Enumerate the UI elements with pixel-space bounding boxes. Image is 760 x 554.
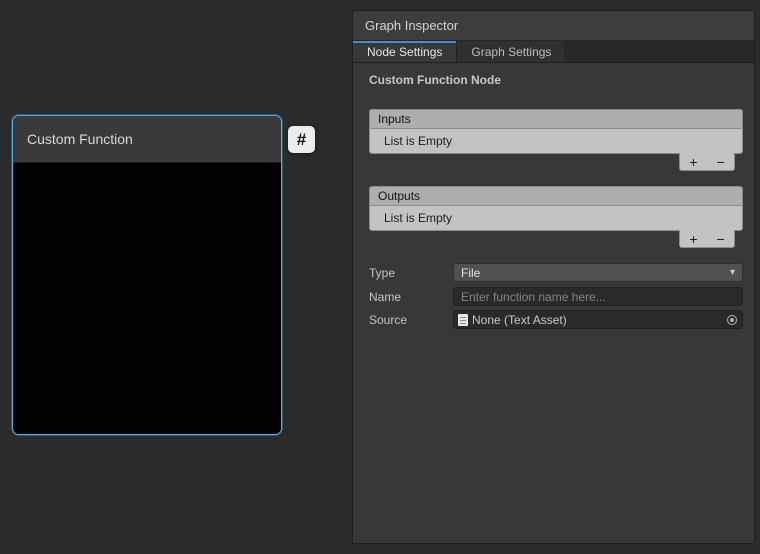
outputs-list-footer: + − (679, 230, 735, 248)
tab-graph-settings[interactable]: Graph Settings (457, 41, 566, 62)
inputs-empty-text: List is Empty (384, 134, 452, 148)
plus-icon: + (689, 155, 697, 169)
inspector-tabbar: Node Settings Graph Settings (353, 41, 754, 63)
outputs-list-title: Outputs (378, 189, 420, 203)
inspector-header[interactable]: Graph Inspector (353, 11, 754, 41)
shader-graph-window: Custom Function # Graph Inspector Node S… (0, 0, 760, 554)
custom-function-node[interactable]: Custom Function (12, 115, 282, 435)
name-field-row: Name (369, 287, 743, 306)
minus-icon: − (716, 232, 724, 246)
inputs-list-title: Inputs (378, 112, 411, 126)
source-object-field[interactable]: None (Text Asset) (453, 310, 743, 329)
node-title: Custom Function (27, 131, 133, 147)
text-asset-icon (458, 314, 468, 326)
tab-node-settings[interactable]: Node Settings (353, 41, 457, 62)
source-field-row: Source None (Text Asset) (369, 310, 743, 329)
source-object-value: None (Text Asset) (472, 313, 567, 327)
function-name-input[interactable] (453, 287, 743, 306)
object-picker-icon[interactable] (724, 312, 739, 327)
inputs-list-header[interactable]: Inputs (369, 109, 743, 128)
node-preview-body (13, 163, 281, 435)
outputs-remove-button[interactable]: − (707, 230, 734, 247)
plus-icon: + (689, 232, 697, 246)
type-dropdown[interactable]: File ▾ (453, 263, 743, 282)
hash-icon: # (297, 130, 306, 150)
tab-graph-settings-label: Graph Settings (471, 45, 551, 59)
inputs-list-footer: + − (679, 153, 735, 171)
outputs-list-header[interactable]: Outputs (369, 186, 743, 205)
inputs-list-empty-row: List is Empty (369, 128, 743, 154)
outputs-list: Outputs List is Empty + − (369, 186, 743, 231)
section-heading: Custom Function Node (369, 73, 501, 87)
outputs-add-button[interactable]: + (680, 230, 707, 247)
source-label: Source (369, 313, 453, 327)
inspector-title: Graph Inspector (365, 18, 458, 33)
chevron-down-icon: ▾ (730, 267, 735, 278)
hash-badge[interactable]: # (288, 126, 315, 153)
type-label: Type (369, 266, 453, 280)
name-label: Name (369, 290, 453, 304)
inputs-add-button[interactable]: + (680, 153, 707, 170)
type-dropdown-value: File (461, 266, 480, 280)
minus-icon: − (716, 155, 724, 169)
inputs-list: Inputs List is Empty + − (369, 109, 743, 154)
type-field-row: Type File ▾ (369, 263, 743, 282)
inputs-remove-button[interactable]: − (707, 153, 734, 170)
node-header[interactable]: Custom Function (13, 116, 281, 163)
graph-inspector-panel: Graph Inspector Node Settings Graph Sett… (352, 10, 755, 544)
outputs-empty-text: List is Empty (384, 211, 452, 225)
outputs-list-empty-row: List is Empty (369, 205, 743, 231)
tab-node-settings-label: Node Settings (367, 45, 442, 59)
